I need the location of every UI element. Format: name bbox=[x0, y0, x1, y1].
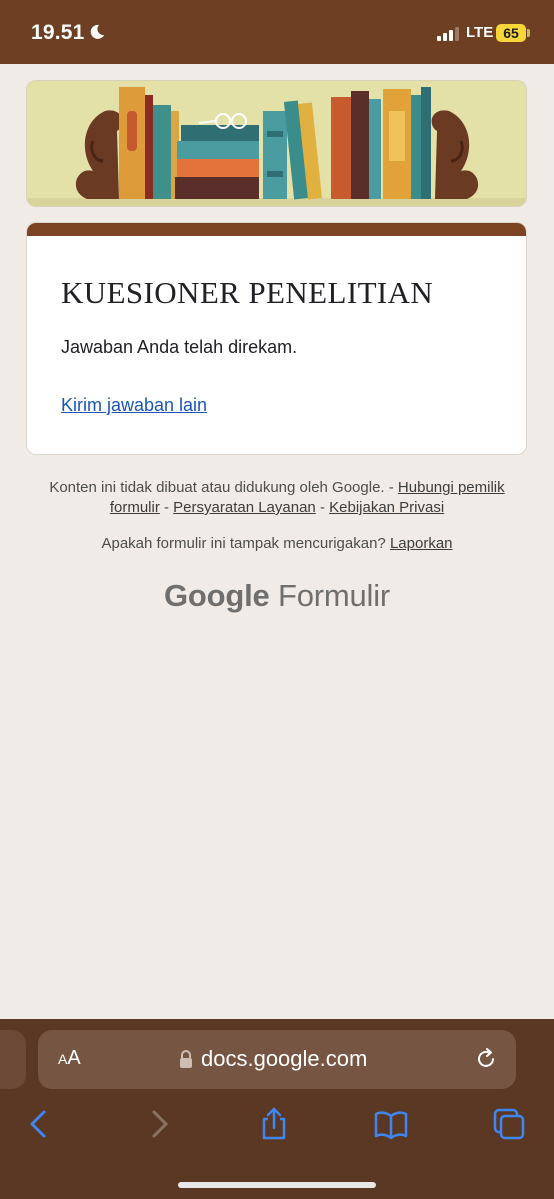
status-bar: 19.51 LTE 65 bbox=[0, 0, 554, 64]
tabs-icon[interactable] bbox=[492, 1107, 526, 1141]
report-link[interactable]: Laporkan bbox=[390, 535, 453, 552]
address-bar[interactable]: AA docs.google.com bbox=[38, 1030, 516, 1089]
previous-tab-preview[interactable] bbox=[0, 1030, 26, 1089]
footer-disclaimer: Konten ini tidak dibuat atau didukung ol… bbox=[40, 478, 514, 518]
form-header-image bbox=[27, 81, 526, 206]
forward-icon[interactable] bbox=[142, 1107, 176, 1141]
network-label: LTE bbox=[466, 24, 494, 41]
share-icon[interactable] bbox=[257, 1107, 291, 1141]
bookshelf-illustration bbox=[27, 81, 526, 206]
reload-icon[interactable] bbox=[474, 1047, 498, 1071]
separator: - bbox=[159, 499, 174, 516]
card-accent-bar bbox=[27, 223, 526, 236]
home-indicator[interactable] bbox=[178, 1182, 376, 1188]
signal-icon bbox=[437, 27, 459, 41]
logo-google-text: Google bbox=[163, 578, 270, 613]
text-size-button[interactable]: AA bbox=[58, 1047, 81, 1070]
moon-icon bbox=[90, 24, 104, 39]
battery-tip bbox=[527, 29, 530, 37]
status-time: 19.51 bbox=[31, 21, 85, 44]
separator: - bbox=[315, 499, 330, 516]
aa-small: A bbox=[58, 1051, 68, 1067]
logo-product-text: Formulir bbox=[277, 578, 391, 613]
disclaimer-text: Konten ini tidak dibuat atau didukung ol… bbox=[49, 479, 398, 496]
terms-link[interactable]: Persyaratan Layanan bbox=[173, 499, 316, 516]
privacy-link[interactable]: Kebijakan Privasi bbox=[329, 499, 444, 516]
bookmarks-icon[interactable] bbox=[374, 1107, 408, 1141]
aa-large: A bbox=[67, 1047, 81, 1069]
url-text: docs.google.com bbox=[201, 1046, 368, 1071]
back-icon[interactable] bbox=[22, 1107, 56, 1141]
form-title: KUESIONER PENELITIAN bbox=[61, 275, 434, 310]
suspicious-question: Apakah formulir ini tampak mencurigakan? bbox=[101, 535, 390, 552]
report-line: Apakah formulir ini tampak mencurigakan?… bbox=[40, 534, 514, 554]
google-forms-logo[interactable]: Google Formulir bbox=[0, 578, 554, 614]
submit-another-response-link[interactable]: Kirim jawaban lain bbox=[61, 395, 207, 416]
lock-icon bbox=[180, 1050, 192, 1068]
confirmation-card: KUESIONER PENELITIAN Jawaban Anda telah … bbox=[27, 223, 526, 454]
confirmation-message: Jawaban Anda telah direkam. bbox=[61, 337, 298, 357]
battery-indicator: 65 bbox=[496, 24, 526, 42]
